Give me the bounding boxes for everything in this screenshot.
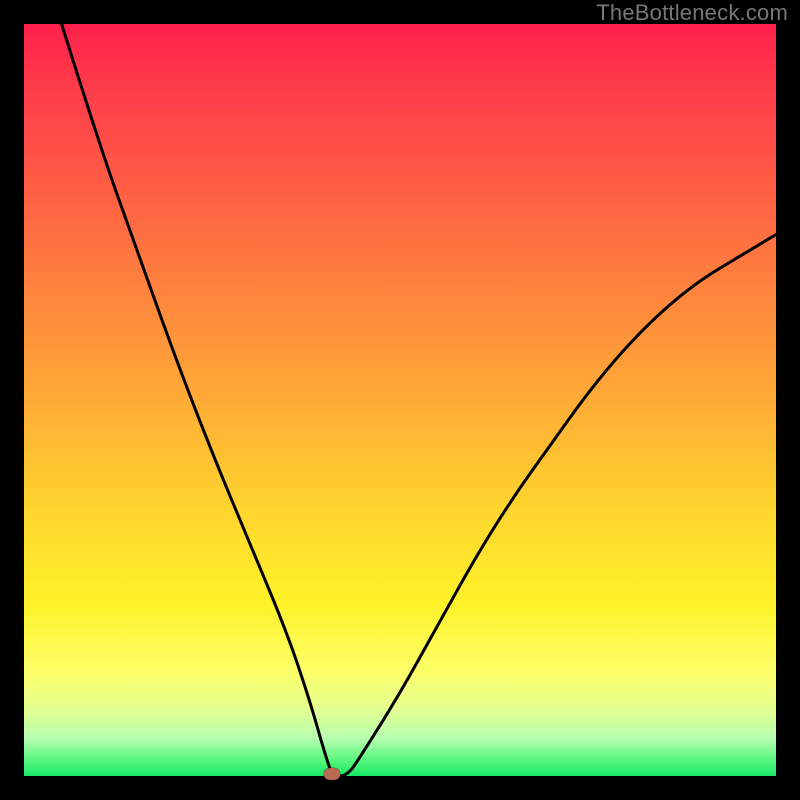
watermark-text: TheBottleneck.com — [596, 0, 788, 26]
chart-frame: TheBottleneck.com — [0, 0, 800, 800]
bottleneck-curve — [24, 24, 776, 776]
plot-area — [24, 24, 776, 776]
minimum-marker-icon — [324, 768, 340, 780]
